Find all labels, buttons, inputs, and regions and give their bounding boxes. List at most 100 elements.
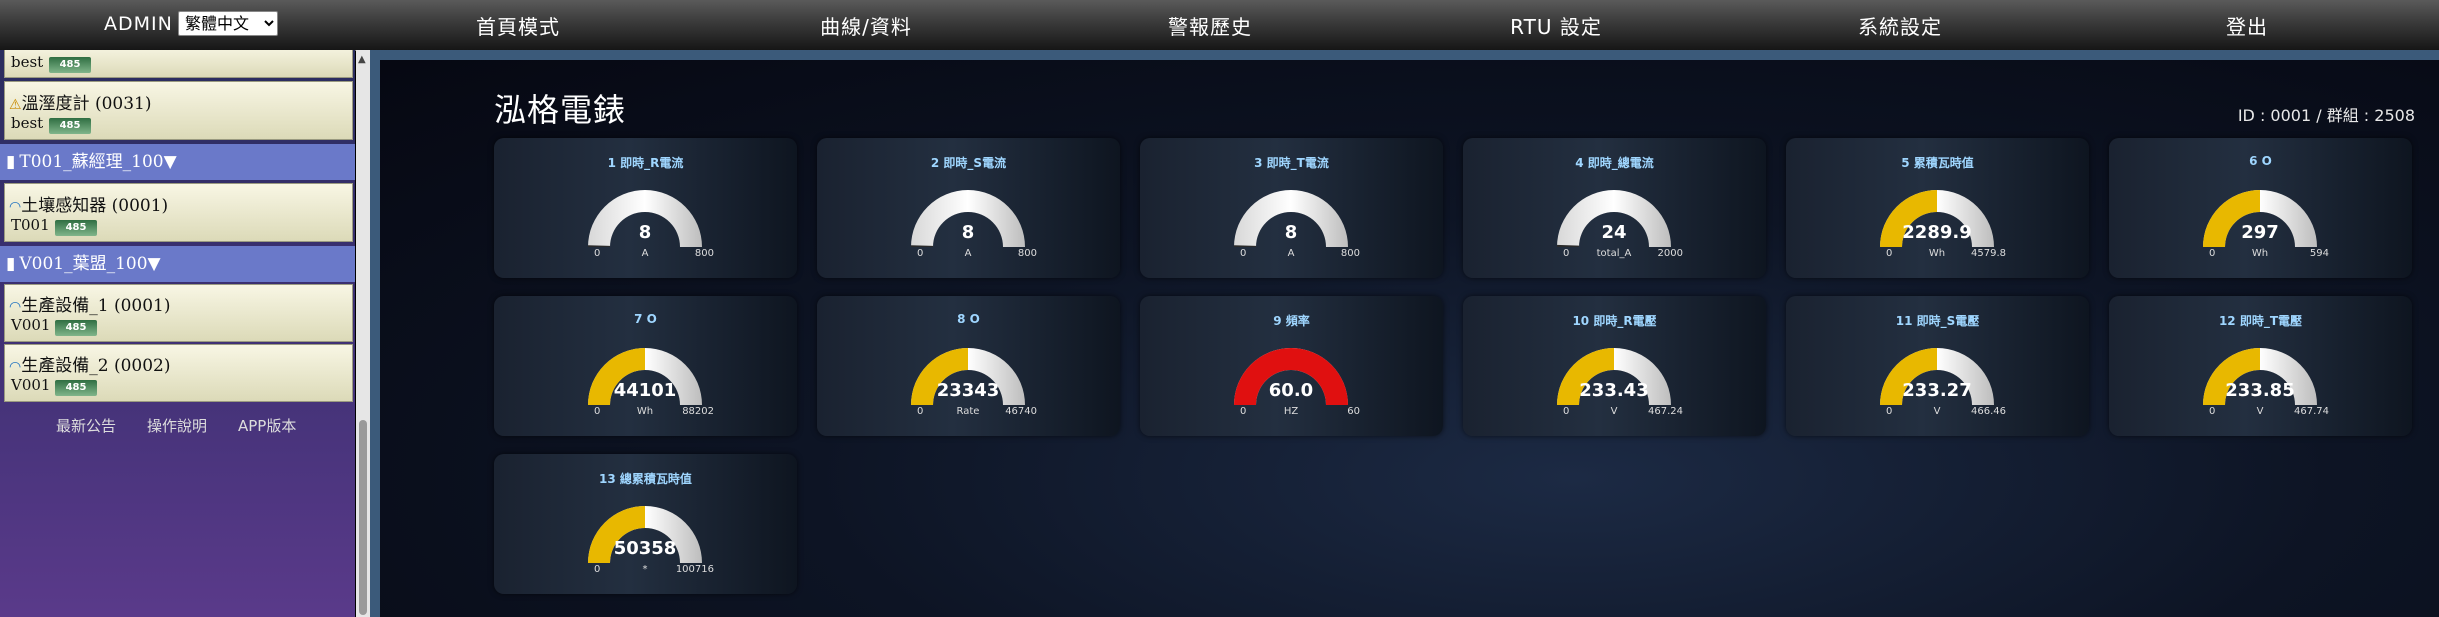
gauge-title: 1 即時_R電流 [607, 156, 684, 170]
gauge-card[interactable]: 10 即時_R電壓 233.43 0 V 467.24 [1463, 296, 1766, 436]
gauge-unit: Wh [2251, 248, 2269, 259]
nav-logout[interactable]: 登出 [2226, 11, 2268, 40]
language-select[interactable]: 繁體中文 [178, 11, 278, 36]
gauge-card[interactable]: 5 累積瓦時值 2289.9 0 Wh 4579.8 [1786, 138, 2089, 278]
gauge-min: 0 [1886, 248, 1893, 259]
gauge-value: 23343 [936, 380, 1000, 401]
gauge-title: 11 即時_S電壓 [1895, 314, 1980, 328]
dropdown-arrow-icon: ▼ [163, 152, 177, 172]
gauge-card[interactable]: 13 總累積瓦時值 50358 0 * 100716 [494, 454, 797, 594]
wifi-icon: ◠ [9, 199, 22, 215]
gauge-value: 233.27 [1902, 380, 1972, 401]
rs485-badge-icon: 485 [49, 57, 91, 73]
scrollbar-thumb[interactable] [359, 420, 367, 615]
gauge-min: 0 [1240, 406, 1247, 417]
gauge-max: 594 [2309, 248, 2329, 259]
gauge-card[interactable]: 1 即時_R電流 8 0 A 800 [494, 138, 797, 278]
gauge-title: 10 即時_R電壓 [1572, 314, 1657, 328]
gauge-max: 466.46 [1971, 406, 2006, 417]
gauge-max: 2000 [1657, 248, 1683, 259]
gauge-title: 8 O [957, 312, 980, 326]
gauge-title: 5 累積瓦時值 [1901, 156, 1974, 170]
gauge-card[interactable]: 9 頻率 60.0 0 HZ 60 [1140, 296, 1443, 436]
device-item-production-2[interactable]: ◠生產設備_2 (0002) V001 485 [4, 344, 353, 402]
page-title: 泓格電錶 [494, 91, 627, 129]
device-group-code: V001 [11, 376, 51, 394]
dropdown-arrow-icon: ▼ [147, 254, 161, 274]
nav-home-mode[interactable]: 首頁模式 [476, 11, 560, 40]
device-group-code: T001 [11, 216, 50, 234]
gauge-unit: Wh [1928, 248, 1946, 259]
gauge-value: 233.43 [1579, 380, 1649, 401]
panel-top-strip [380, 50, 2439, 60]
gauge-card[interactable]: 8 O 23343 0 Rate 46740 [817, 296, 1120, 436]
gauge-max: 4579.8 [1971, 248, 2006, 259]
gauge-card[interactable]: 3 即時_T電流 8 0 A 800 [1140, 138, 1443, 278]
gauge-card[interactable]: 2 即時_S電流 8 0 A 800 [817, 138, 1120, 278]
gauge-min: 0 [594, 406, 601, 417]
gauge-title: 2 即時_S電流 [930, 156, 1007, 170]
gauge-max: 88202 [682, 406, 714, 417]
group-header-t001[interactable]: ▮ T001_蘇經理_100▼ [0, 144, 355, 180]
gauge-title: 4 即時_總電流 [1575, 156, 1654, 170]
gauge-unit: * [642, 564, 648, 575]
device-item-partial[interactable]: best 485 [4, 50, 353, 78]
gauge-value: 60.0 [1268, 380, 1314, 401]
device-item-thermo-hygrometer[interactable]: ⚠溫溼度計 (0031) best 485 [4, 81, 353, 140]
gauge-title: 13 總累積瓦時值 [599, 472, 692, 486]
gauge-unit: HZ [1283, 406, 1299, 417]
gauge-unit: A [641, 248, 649, 259]
scroll-up-icon[interactable]: ▲ [358, 54, 366, 65]
gauge-card[interactable]: 11 即時_S電壓 233.27 0 V 466.46 [1786, 296, 2089, 436]
nav-rtu-settings[interactable]: RTU 設定 [1510, 11, 1602, 40]
group-header-v001[interactable]: ▮ V001_葉盟_100▼ [0, 246, 355, 282]
gauge-value: 50358 [613, 538, 677, 559]
gauge-value: 2289.9 [1902, 222, 1972, 243]
gauge-min: 0 [917, 248, 924, 259]
device-name: ◠生產設備_2 (0002) [9, 356, 171, 376]
gauge-value: 8 [1284, 222, 1298, 243]
link-app-version[interactable]: APP版本 [238, 415, 296, 436]
gauge-unit: V [2256, 406, 2264, 417]
gauge-max: 800 [694, 248, 714, 259]
device-group-code: best [11, 53, 44, 71]
gauge-value: 8 [638, 222, 652, 243]
nav-curve-data[interactable]: 曲線/資料 [820, 11, 912, 40]
gauge-card[interactable]: 7 O 44101 0 Wh 88202 [494, 296, 797, 436]
rs485-badge-icon: 485 [55, 380, 97, 396]
gauge-max: 60 [1347, 406, 1360, 417]
meter-dashboard: 泓格電錶 ID : 0001 / 群組 : 2508 1 即時_R電流 8 0 … [380, 60, 2439, 617]
gauge-title: 6 O [2249, 154, 2272, 168]
gauge-card[interactable]: 6 O 297 0 Wh 594 [2109, 138, 2412, 278]
gauge-max: 800 [1017, 248, 1037, 259]
gauge-unit: V [1610, 406, 1618, 417]
gauge-unit: total_A [1596, 248, 1632, 259]
rs485-badge-icon: 485 [49, 118, 91, 134]
link-instructions[interactable]: 操作說明 [147, 415, 207, 436]
gauge-max: 467.24 [1648, 406, 1683, 417]
gauge-unit: Rate [956, 406, 980, 417]
gauge-min: 0 [2209, 248, 2216, 259]
gauge-value: 297 [2241, 222, 2279, 243]
gauge-unit: A [1287, 248, 1295, 259]
gauge-value: 233.85 [2225, 380, 2295, 401]
gauge-title: 7 O [634, 312, 657, 326]
sidebar-scrollbar[interactable]: ▲ [356, 50, 370, 617]
device-item-production-1[interactable]: ◠生產設備_1 (0001) V001 485 [4, 284, 353, 342]
gauge-unit: Wh [636, 406, 654, 417]
device-name: ◠土壤感知器 (0001) [9, 196, 169, 216]
gauge-card[interactable]: 12 即時_T電壓 233.85 0 V 467.74 [2109, 296, 2412, 436]
device-item-soil-sensor[interactable]: ◠土壤感知器 (0001) T001 485 [4, 183, 353, 242]
rs485-badge-icon: 485 [55, 320, 97, 336]
nav-alarm-history[interactable]: 警報歷史 [1168, 11, 1252, 40]
warning-icon: ⚠ [9, 97, 22, 113]
wifi-icon: ◠ [9, 359, 22, 375]
device-group-code: V001 [11, 316, 51, 334]
link-latest-news[interactable]: 最新公告 [56, 415, 116, 436]
wifi-icon: ◠ [9, 299, 22, 315]
nav-system-settings[interactable]: 系統設定 [1858, 11, 1942, 40]
user-label: ADMIN [104, 13, 173, 35]
gauge-value: 8 [961, 222, 975, 243]
device-name: ◠生產設備_1 (0001) [9, 296, 171, 316]
gauge-card[interactable]: 4 即時_總電流 24 0 total_A 2000 [1463, 138, 1766, 278]
